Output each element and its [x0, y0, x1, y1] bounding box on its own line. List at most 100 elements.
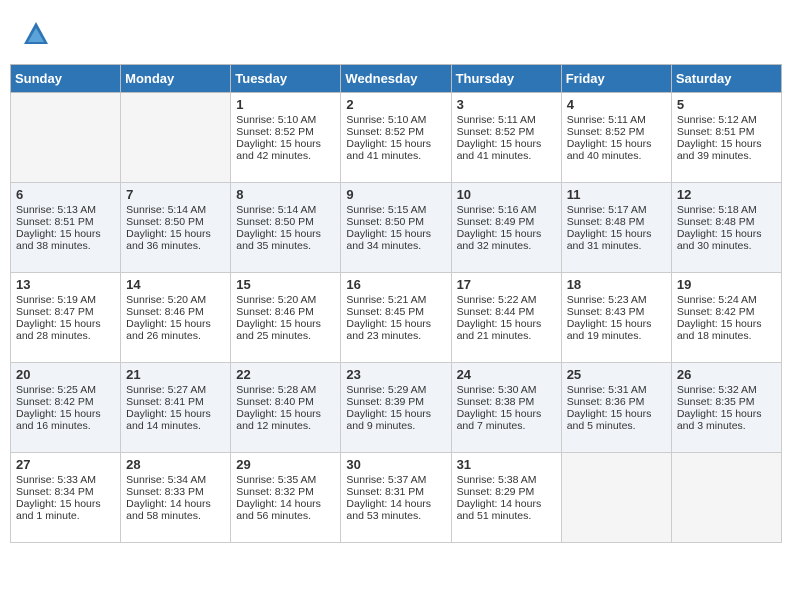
day-number: 2 — [346, 97, 445, 112]
calendar-cell: 6Sunrise: 5:13 AMSunset: 8:51 PMDaylight… — [11, 183, 121, 273]
sunrise-text: Sunrise: 5:14 AM — [236, 204, 335, 216]
calendar-cell: 28Sunrise: 5:34 AMSunset: 8:33 PMDayligh… — [121, 453, 231, 543]
sunrise-text: Sunrise: 5:28 AM — [236, 384, 335, 396]
sunset-text: Sunset: 8:50 PM — [126, 216, 225, 228]
daylight-text: Daylight: 15 hours and 9 minutes. — [346, 408, 445, 432]
calendar-header-thursday: Thursday — [451, 65, 561, 93]
daylight-text: Daylight: 15 hours and 35 minutes. — [236, 228, 335, 252]
day-number: 29 — [236, 457, 335, 472]
sunrise-text: Sunrise: 5:20 AM — [236, 294, 335, 306]
calendar-cell: 13Sunrise: 5:19 AMSunset: 8:47 PMDayligh… — [11, 273, 121, 363]
calendar-header-sunday: Sunday — [11, 65, 121, 93]
sunrise-text: Sunrise: 5:10 AM — [236, 114, 335, 126]
sunset-text: Sunset: 8:34 PM — [16, 486, 115, 498]
sunset-text: Sunset: 8:47 PM — [16, 306, 115, 318]
sunrise-text: Sunrise: 5:29 AM — [346, 384, 445, 396]
calendar-header-wednesday: Wednesday — [341, 65, 451, 93]
daylight-text: Daylight: 15 hours and 30 minutes. — [677, 228, 776, 252]
day-number: 5 — [677, 97, 776, 112]
day-number: 25 — [567, 367, 666, 382]
day-number: 19 — [677, 277, 776, 292]
sunrise-text: Sunrise: 5:33 AM — [16, 474, 115, 486]
calendar-cell: 16Sunrise: 5:21 AMSunset: 8:45 PMDayligh… — [341, 273, 451, 363]
sunset-text: Sunset: 8:31 PM — [346, 486, 445, 498]
calendar-table: SundayMondayTuesdayWednesdayThursdayFrid… — [10, 64, 782, 543]
calendar-cell: 24Sunrise: 5:30 AMSunset: 8:38 PMDayligh… — [451, 363, 561, 453]
calendar-week-row: 27Sunrise: 5:33 AMSunset: 8:34 PMDayligh… — [11, 453, 782, 543]
sunset-text: Sunset: 8:36 PM — [567, 396, 666, 408]
sunset-text: Sunset: 8:52 PM — [457, 126, 556, 138]
daylight-text: Daylight: 15 hours and 25 minutes. — [236, 318, 335, 342]
sunset-text: Sunset: 8:42 PM — [677, 306, 776, 318]
day-number: 23 — [346, 367, 445, 382]
calendar-cell: 5 Sunrise: 5:12 AMSunset: 8:51 PMDaylight… — [671, 93, 781, 183]
sunrise-text: Sunrise: 5:22 AM — [457, 294, 556, 306]
daylight-text: Daylight: 15 hours and 16 minutes. — [16, 408, 115, 432]
sunrise-text: Sunrise: 5:11 AM — [567, 114, 666, 126]
calendar-cell: 15Sunrise: 5:20 AMSunset: 8:46 PMDayligh… — [231, 273, 341, 363]
calendar-cell — [561, 453, 671, 543]
day-number: 22 — [236, 367, 335, 382]
day-number: 24 — [457, 367, 556, 382]
day-number: 14 — [126, 277, 225, 292]
calendar-cell: 9Sunrise: 5:15 AMSunset: 8:50 PMDaylight… — [341, 183, 451, 273]
day-number: 21 — [126, 367, 225, 382]
day-number: 4 — [567, 97, 666, 112]
daylight-text: Daylight: 15 hours and 21 minutes. — [457, 318, 556, 342]
daylight-text: Daylight: 15 hours and 18 minutes. — [677, 318, 776, 342]
sunset-text: Sunset: 8:44 PM — [457, 306, 556, 318]
calendar-cell: 14Sunrise: 5:20 AMSunset: 8:46 PMDayligh… — [121, 273, 231, 363]
sunrise-text: Sunrise: 5:27 AM — [126, 384, 225, 396]
calendar-week-row: 13 Sunrise: 5:19 AMSunset: 8:47 PM Dayligh… — [11, 273, 782, 363]
day-number: 11 — [567, 187, 666, 202]
calendar-header-friday: Friday — [561, 65, 671, 93]
day-number: 7 — [126, 187, 225, 202]
daylight-text: Daylight: 15 hours and 19 minutes. — [567, 318, 666, 342]
sunset-text: Sunset: 8:52 PM — [236, 126, 335, 138]
daylight-text: Daylight: 15 hours and 5 minutes. — [567, 408, 666, 432]
sunset-text: Sunset: 8:48 PM — [567, 216, 666, 228]
sunrise-text: Sunrise: 5:34 AM — [126, 474, 225, 486]
day-number: 30 — [346, 457, 445, 472]
sunrise-text: Sunrise: 5:38 AM — [457, 474, 556, 486]
daylight-text: Daylight: 15 hours and 39 minutes. — [677, 138, 776, 162]
calendar-cell: 30Sunrise: 5:37 AMSunset: 8:31 PMDayligh… — [341, 453, 451, 543]
sunset-text: Sunset: 8:40 PM — [236, 396, 335, 408]
day-number: 13 — [16, 277, 115, 292]
calendar-cell: 20Sunrise: 5:25 AMSunset: 8:42 PMDayligh… — [11, 363, 121, 453]
calendar-week-row: 20Sunrise: 5:25 AMSunset: 8:42 PMDayligh… — [11, 363, 782, 453]
daylight-text: Daylight: 15 hours and 31 minutes. — [567, 228, 666, 252]
daylight-text: Daylight: 15 hours and 32 minutes. — [457, 228, 556, 252]
calendar-cell: 3Sunrise: 5:11 AMSunset: 8:52 PMDaylight… — [451, 93, 561, 183]
calendar-cell: 21Sunrise: 5:27 AMSunset: 8:41 PMDayligh… — [121, 363, 231, 453]
calendar-cell: 25Sunrise: 5:31 AMSunset: 8:36 PMDayligh… — [561, 363, 671, 453]
day-number: 31 — [457, 457, 556, 472]
sunset-text: Sunset: 8:39 PM — [346, 396, 445, 408]
day-number: 12 — [677, 187, 776, 202]
sunset-text: Sunset: 8:49 PM — [457, 216, 556, 228]
sunrise-text: Sunrise: 5:12 AM — [677, 114, 776, 126]
sunrise-text: Sunrise: 5:19 AM — [16, 294, 115, 306]
daylight-text: Daylight: 15 hours and 40 minutes. — [567, 138, 666, 162]
day-number: 28 — [126, 457, 225, 472]
calendar-cell: 4Sunrise: 5:11 AMSunset: 8:52 PMDaylight… — [561, 93, 671, 183]
calendar-cell: 17Sunrise: 5:22 AMSunset: 8:44 PMDayligh… — [451, 273, 561, 363]
sunset-text: Sunset: 8:50 PM — [346, 216, 445, 228]
calendar-header-row: SundayMondayTuesdayWednesdayThursdayFrid… — [11, 65, 782, 93]
sunrise-text: Sunrise: 5:18 AM — [677, 204, 776, 216]
sunrise-text: Sunrise: 5:30 AM — [457, 384, 556, 396]
daylight-text: Daylight: 15 hours and 41 minutes. — [457, 138, 556, 162]
sunset-text: Sunset: 8:50 PM — [236, 216, 335, 228]
sunrise-text: Sunrise: 5:37 AM — [346, 474, 445, 486]
logo-icon — [22, 20, 50, 48]
day-number: 20 — [16, 367, 115, 382]
day-number: 1 — [236, 97, 335, 112]
calendar-cell: 19Sunrise: 5:24 AMSunset: 8:42 PMDayligh… — [671, 273, 781, 363]
day-number: 16 — [346, 277, 445, 292]
day-number: 15 — [236, 277, 335, 292]
sunset-text: Sunset: 8:42 PM — [16, 396, 115, 408]
sunset-text: Sunset: 8:51 PM — [677, 126, 776, 138]
calendar-cell: 23 Sunrise: 5:29 AMSunset: 8:39 PMDayligh… — [341, 363, 451, 453]
sunrise-text: Sunrise: 5:32 AM — [677, 384, 776, 396]
calendar-cell — [121, 93, 231, 183]
